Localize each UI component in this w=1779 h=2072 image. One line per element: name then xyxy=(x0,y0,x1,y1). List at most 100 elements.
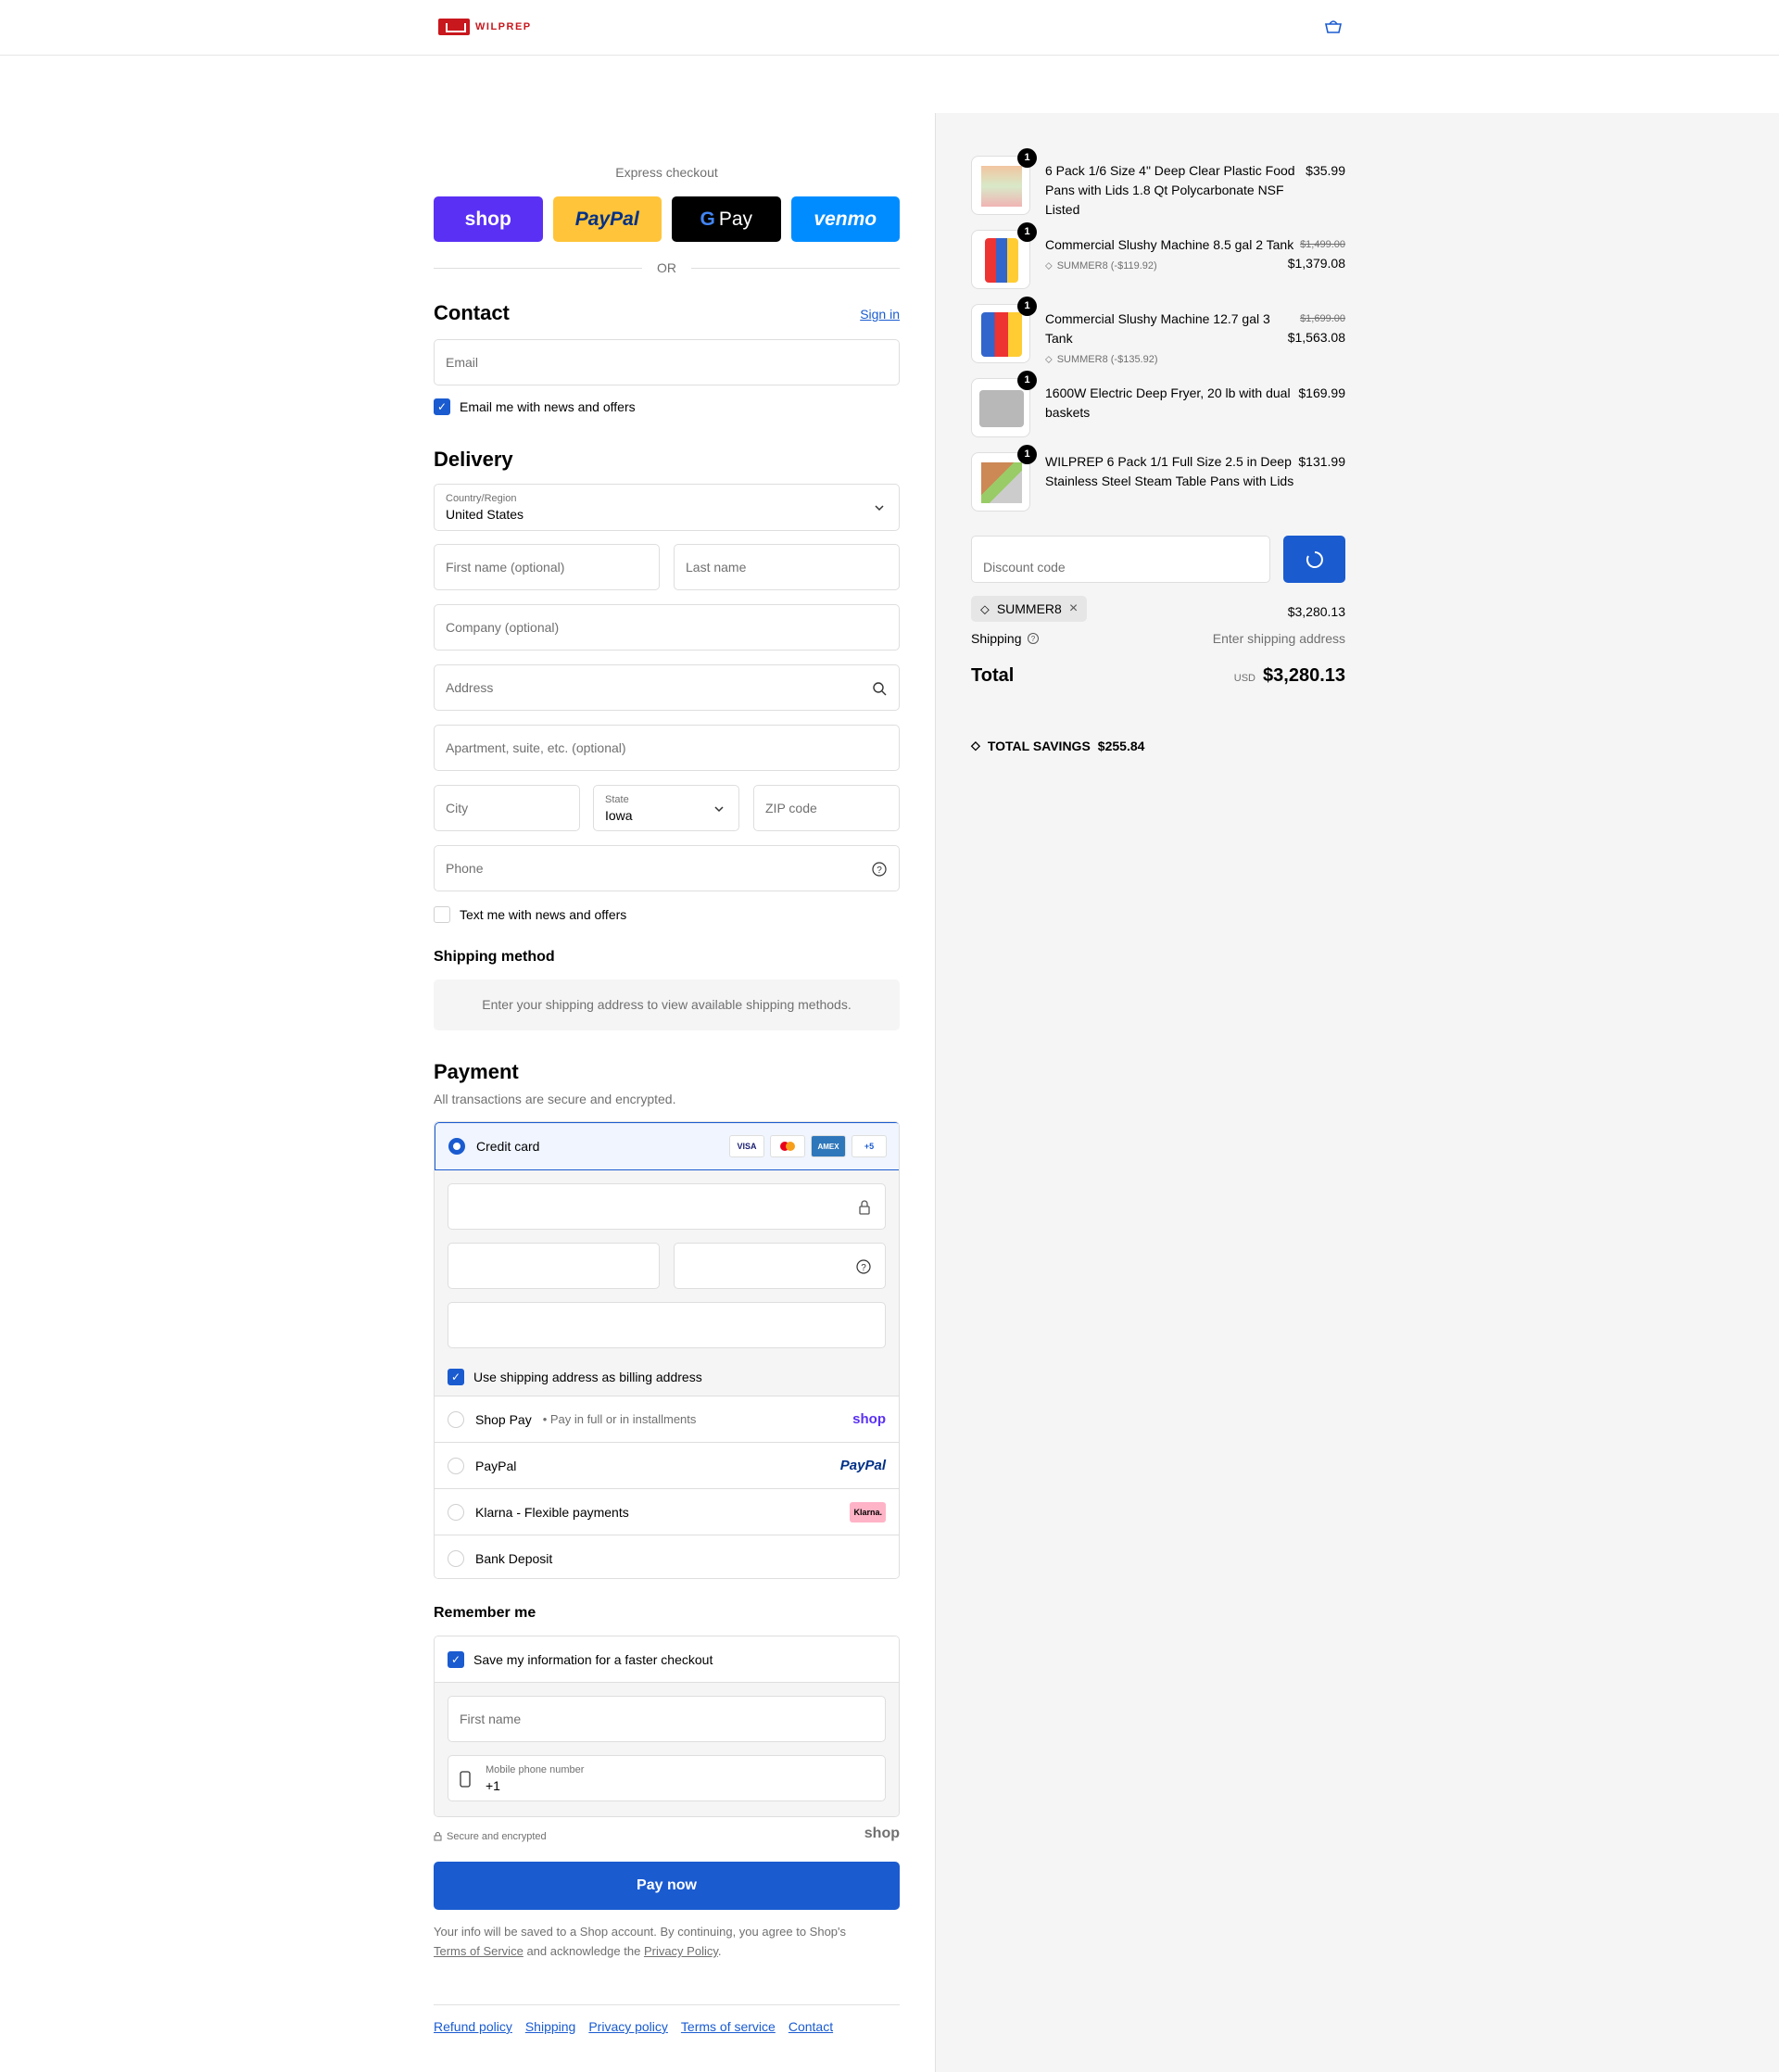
item-name: 1600W Electric Deep Fryer, 20 lb with du… xyxy=(1045,385,1291,420)
help-icon[interactable]: ? xyxy=(855,1258,872,1275)
apply-discount-button[interactable] xyxy=(1283,536,1345,583)
klarna-option[interactable]: Klarna - Flexible payments Klarna. xyxy=(435,1489,899,1535)
shipping-method-note: Enter your shipping address to view avai… xyxy=(434,979,900,1030)
remember-first-name-field[interactable]: First name xyxy=(448,1696,886,1742)
state-value: Iowa xyxy=(605,808,633,823)
total-savings: ⬦ TOTAL SAVINGS $255.84 xyxy=(971,738,1144,753)
tag-icon: ⬦ xyxy=(1045,260,1053,272)
credit-card-option[interactable]: Credit card VISA AMEX +5 xyxy=(435,1122,899,1170)
item-price: $35.99 xyxy=(1306,163,1345,178)
item-discount: ⬦ SUMMER8 (-$135.92) xyxy=(1045,350,1295,370)
lock-icon xyxy=(434,1832,442,1841)
card-number-field[interactable] xyxy=(448,1183,886,1230)
text-news-checkbox[interactable]: Text me with news and offers xyxy=(434,906,626,923)
search-icon xyxy=(873,682,887,696)
contact-link[interactable]: Contact xyxy=(789,2019,833,2034)
terms-of-service-footer-link[interactable]: Terms of service xyxy=(681,2019,776,2034)
payment-subtitle: All transactions are secure and encrypte… xyxy=(434,1092,676,1106)
line-item: 1 6 Pack 1/6 Size 4" Deep Clear Plastic … xyxy=(971,148,1345,217)
tag-icon: ⬦ xyxy=(1045,354,1053,365)
checkmark-icon: ✓ xyxy=(434,398,450,415)
remove-code-icon[interactable]: × xyxy=(1069,600,1078,617)
shipping-link[interactable]: Shipping xyxy=(525,2019,576,2034)
item-price-block: $1,699.00 $1,563.08 xyxy=(1288,310,1345,347)
bank-deposit-option[interactable]: Bank Deposit xyxy=(435,1535,899,1578)
phone-field[interactable]: Phone ? xyxy=(434,845,900,891)
line-item: 1 Commercial Slushy Machine 12.7 gal 3 T… xyxy=(971,297,1345,365)
svg-text:?: ? xyxy=(877,865,882,876)
svg-text:?: ? xyxy=(1030,635,1035,643)
state-label: State xyxy=(605,794,629,805)
google-g-icon: G xyxy=(700,208,715,230)
logo-mark xyxy=(438,19,470,35)
gpay-label: Pay xyxy=(718,208,753,230)
email-field[interactable]: Email xyxy=(434,339,900,385)
item-name: WILPREP 6 Pack 1/1 Full Size 2.5 in Deep… xyxy=(1045,454,1294,488)
quantity-badge: 1 xyxy=(1017,148,1037,168)
country-label: Country/Region xyxy=(446,493,517,504)
brand-logo[interactable]: WILPREP xyxy=(438,19,532,35)
venmo-button[interactable]: venmo xyxy=(790,196,900,242)
apartment-field[interactable]: Apartment, suite, etc. (optional) xyxy=(434,725,900,771)
item-name: Commercial Slushy Machine 12.7 gal 3 Tan… xyxy=(1045,310,1295,370)
expiry-field[interactable] xyxy=(448,1243,660,1289)
last-name-field[interactable]: Last name xyxy=(674,544,900,590)
sign-in-link[interactable]: Sign in xyxy=(860,307,900,322)
privacy-policy-link[interactable]: Privacy Policy xyxy=(644,1944,718,1958)
shipping-label: Shipping ? xyxy=(971,631,1040,646)
company-field[interactable]: Company (optional) xyxy=(434,604,900,651)
pay-now-button[interactable]: Pay now xyxy=(434,1862,900,1910)
save-info-checkbox[interactable]: ✓ Save my information for a faster checko… xyxy=(435,1636,899,1683)
subtotal-value: $3,280.13 xyxy=(1287,604,1345,619)
secure-note: Secure and encrypted xyxy=(434,1831,547,1842)
security-code-field[interactable]: ? xyxy=(674,1243,886,1289)
help-icon[interactable]: ? xyxy=(871,861,888,878)
total-label: Total xyxy=(971,665,1015,686)
first-name-field[interactable]: First name (optional) xyxy=(434,544,660,590)
footer-divider xyxy=(434,2004,900,2005)
item-price: $169.99 xyxy=(1298,385,1345,400)
bank-label: Bank Deposit xyxy=(475,1551,553,1566)
line-item: 1 1600W Electric Deep Fryer, 20 lb with … xyxy=(971,371,1345,437)
address-field[interactable]: Address xyxy=(434,664,900,711)
spinner-icon xyxy=(1306,551,1323,568)
cart-icon[interactable] xyxy=(1324,19,1343,35)
billing-checkbox[interactable]: ✓ Use shipping address as billing address xyxy=(448,1369,702,1385)
mastercard-icon xyxy=(770,1135,805,1157)
total-block: USD $3,280.13 xyxy=(1234,665,1345,687)
discount-code-input[interactable]: Discount code xyxy=(971,536,1270,583)
item-discount-label: SUMMER8 (-$135.92) xyxy=(1056,354,1158,365)
quantity-badge: 1 xyxy=(1017,297,1037,316)
delivery-title: Delivery xyxy=(434,448,513,471)
city-field[interactable]: City xyxy=(434,785,580,831)
help-icon[interactable]: ? xyxy=(1027,632,1040,645)
mobile-label: Mobile phone number xyxy=(486,1764,585,1775)
checkmark-icon: ✓ xyxy=(448,1369,464,1385)
legal-dot: . xyxy=(717,1944,722,1958)
refund-policy-link[interactable]: Refund policy xyxy=(434,2019,512,2034)
paypal-option[interactable]: PayPal PayPal xyxy=(435,1443,899,1489)
shipping-label-text: Shipping xyxy=(971,631,1022,646)
radio-icon xyxy=(448,1550,464,1567)
contact-title: Contact xyxy=(434,301,510,324)
email-news-checkbox[interactable]: ✓ Email me with news and offers xyxy=(434,398,636,415)
or-divider: OR xyxy=(434,259,900,277)
tag-icon: ⬦ xyxy=(980,600,990,616)
paypal-logo: PayPal xyxy=(839,1458,886,1473)
remember-me-form: First name Mobile phone number +1 xyxy=(435,1683,899,1816)
express-checkout-label: Express checkout xyxy=(615,165,718,180)
paypal-button[interactable]: PayPal xyxy=(552,196,662,242)
state-select[interactable]: State Iowa xyxy=(593,785,739,831)
privacy-policy-footer-link[interactable]: Privacy policy xyxy=(588,2019,668,2034)
terms-of-service-link[interactable]: Terms of Service xyxy=(434,1944,524,1958)
zip-field[interactable]: ZIP code xyxy=(753,785,900,831)
name-on-card-field[interactable] xyxy=(448,1302,886,1348)
tag-icon: ⬦ xyxy=(971,738,980,752)
google-pay-button[interactable]: G Pay xyxy=(672,196,781,242)
mobile-phone-field[interactable]: Mobile phone number +1 xyxy=(448,1755,886,1801)
country-select[interactable]: Country/Region United States xyxy=(434,484,900,531)
shop-pay-button[interactable]: shop xyxy=(434,196,543,242)
item-name: Commercial Slushy Machine 8.5 gal 2 Tank… xyxy=(1045,235,1295,276)
shop-pay-sub: • Pay in full or in installments xyxy=(542,1412,697,1426)
shop-pay-option[interactable]: Shop Pay • Pay in full or in installment… xyxy=(435,1396,899,1443)
